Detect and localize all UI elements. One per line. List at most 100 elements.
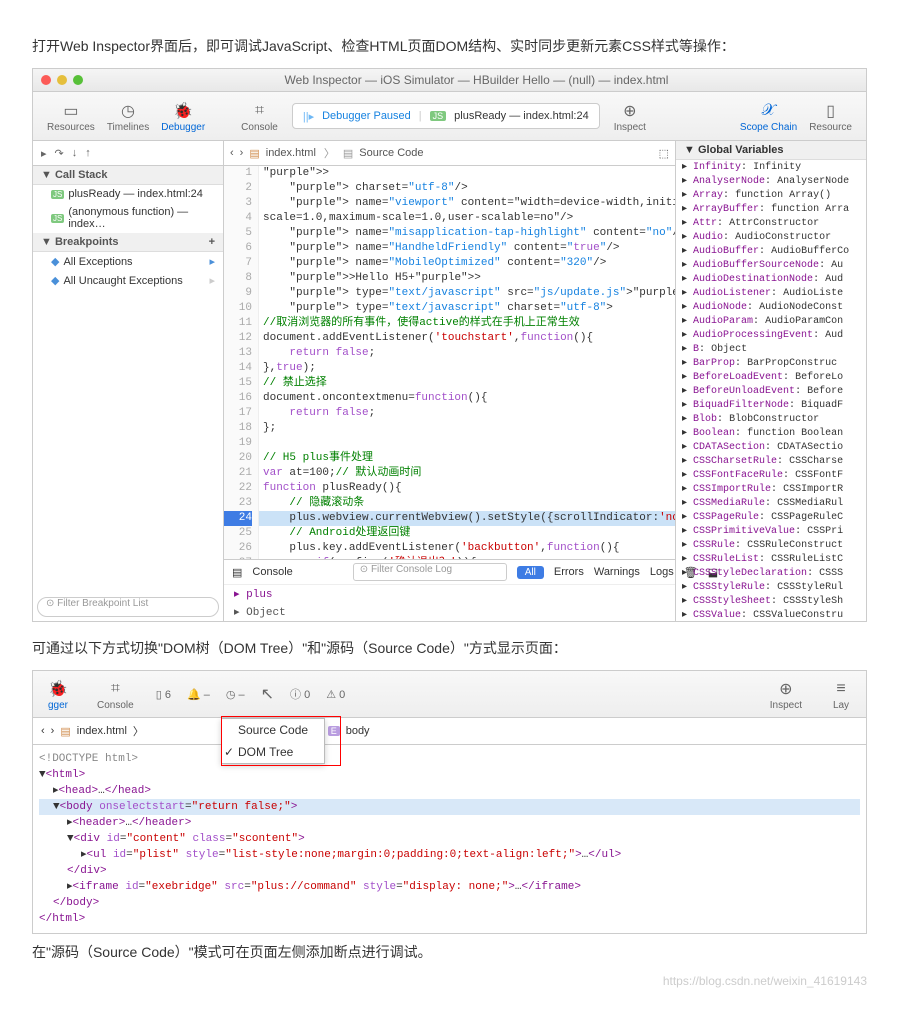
global-var-item[interactable]: ▸ Blob: BlobConstructor xyxy=(676,412,866,426)
resume-icon[interactable]: ▸ xyxy=(41,147,47,160)
right-panel: ▼ Global Variables ▸ Infinity: Infinity▸… xyxy=(675,141,866,621)
global-var-item[interactable]: ▸ AudioNode: AudioNodeConst xyxy=(676,300,866,314)
breakpoint-item[interactable]: ◆All Exceptions▸ xyxy=(33,252,223,271)
global-var-item[interactable]: ▸ Audio: AudioConstructor xyxy=(676,230,866,244)
doc-count-icon: ▯ 6 xyxy=(156,688,171,701)
global-var-item[interactable]: ▸ CSSValue: CSSValueConstru xyxy=(676,608,866,621)
maximize-icon[interactable] xyxy=(73,75,83,85)
element-icon: E xyxy=(328,726,340,736)
global-var-item[interactable]: ▸ AudioBufferSourceNode: Au xyxy=(676,258,866,272)
filter-warnings[interactable]: Warnings xyxy=(594,566,640,578)
tab-console[interactable]: ⌗Console xyxy=(241,100,278,133)
global-var-item[interactable]: ▸ AudioListener: AudioListe xyxy=(676,286,866,300)
forward-icon[interactable]: › xyxy=(51,725,55,737)
global-var-item[interactable]: ▸ CSSMediaRule: CSSMediaRul xyxy=(676,496,866,510)
global-var-item[interactable]: ▸ CSSStyleRule: CSSStyleRul xyxy=(676,580,866,594)
console-line[interactable]: ▸ plus xyxy=(224,585,675,603)
console-toggle-icon[interactable]: ▤ xyxy=(232,566,242,579)
filter-logs[interactable]: Logs xyxy=(650,566,674,578)
minimize-icon[interactable] xyxy=(57,75,67,85)
crumb-file[interactable]: index.html xyxy=(266,147,316,159)
global-var-item[interactable]: ▸ CSSCharsetRule: CSSCharse xyxy=(676,454,866,468)
forward-icon[interactable]: › xyxy=(240,147,244,159)
global-var-item[interactable]: ▸ CSSRule: CSSRuleConstruct xyxy=(676,538,866,552)
menu-source-code[interactable]: Source Code xyxy=(222,719,324,741)
back-icon[interactable]: ‹ xyxy=(41,725,45,737)
breakpoints-header[interactable]: ▼ Breakpoints+ xyxy=(33,233,223,252)
global-var-item[interactable]: ▸ Array: function Array() xyxy=(676,188,866,202)
global-var-item[interactable]: ▸ CSSPrimitiveValue: CSSPri xyxy=(676,524,866,538)
inspect-button[interactable]: ⊕Inspect xyxy=(614,100,646,133)
global-var-item[interactable]: ▸ CDATASection: CDATASectio xyxy=(676,440,866,454)
bell-icon[interactable]: 🔔 – xyxy=(187,688,210,701)
doc-icon: ▯ xyxy=(820,100,842,122)
source-icon: ▤ xyxy=(343,147,353,160)
dom-tree-menu-example: 🐞gger ⌗Console ▯ 6 🔔 – ◷ – ↖ ⓘ 0 ⚠ 0 ⊕In… xyxy=(32,670,867,934)
global-var-item[interactable]: ▸ ArrayBuffer: function Arra xyxy=(676,202,866,216)
global-var-item[interactable]: ▸ CSSFontFaceRule: CSSFontF xyxy=(676,468,866,482)
global-var-item[interactable]: ▸ Boolean: function Boolean xyxy=(676,426,866,440)
toggle-icon[interactable]: ▸ xyxy=(209,274,215,287)
view-mode-menu[interactable]: Source Code DOM Tree xyxy=(221,718,325,764)
code-lines[interactable]: "purple">> "purple"> charset="utf-8"/> "… xyxy=(259,166,675,559)
step-out-icon[interactable]: ↑ xyxy=(85,147,91,159)
filter-console-input[interactable]: ⊙ Filter Console Log xyxy=(353,563,507,581)
global-var-item[interactable]: ▸ Infinity: Infinity xyxy=(676,160,866,174)
filter-breakpoint-input[interactable]: ⊙ Filter Breakpoint List xyxy=(37,597,219,617)
step-in-icon[interactable]: ↓ xyxy=(72,147,78,159)
end-text: 在"源码（Source Code）"模式可在页面左侧添加断点进行调试。 xyxy=(32,942,867,962)
target-icon: ⊕ xyxy=(619,100,641,122)
toolbar: ▭Resources ◷Timelines 🐞Debugger ⌗Console… xyxy=(33,92,866,141)
menu-dom-tree[interactable]: DOM Tree xyxy=(222,741,324,763)
clock-icon[interactable]: ◷ – xyxy=(226,688,245,701)
console-line[interactable]: ▸ Object xyxy=(224,603,675,621)
tab-resources[interactable]: ▭Resources xyxy=(47,100,95,133)
layers-icon: ≡ xyxy=(830,678,852,700)
dom-tree[interactable]: <!DOCTYPE html> ▼<html> ▸<head>…</head> … xyxy=(33,745,866,933)
global-var-item[interactable]: ▸ B: Object xyxy=(676,342,866,356)
tab-debugger[interactable]: 🐞gger xyxy=(47,678,69,711)
global-var-item[interactable]: ▸ CSSRuleList: CSSRuleListC xyxy=(676,552,866,566)
close-icon[interactable] xyxy=(41,75,51,85)
crumb-mode[interactable]: Source Code xyxy=(359,147,423,159)
global-var-item[interactable]: ▸ CSSStyleDeclaration: CSSS xyxy=(676,566,866,580)
back-icon[interactable]: ‹ xyxy=(230,147,234,159)
global-var-item[interactable]: ▸ AudioBuffer: AudioBufferCo xyxy=(676,244,866,258)
tab-console[interactable]: ⌗Console xyxy=(97,678,134,711)
global-var-item[interactable]: ▸ BiquadFilterNode: BiquadF xyxy=(676,398,866,412)
global-var-item[interactable]: ▸ BeforeLoadEvent: BeforeLo xyxy=(676,370,866,384)
crumb-file[interactable]: index.html xyxy=(77,725,127,737)
add-icon[interactable]: + xyxy=(209,236,215,248)
global-var-item[interactable]: ▸ CSSImportRule: CSSImportR xyxy=(676,482,866,496)
inspect-button[interactable]: ⊕Inspect xyxy=(770,678,802,711)
filter-errors[interactable]: Errors xyxy=(554,566,584,578)
global-vars-header[interactable]: ▼ Global Variables xyxy=(676,141,866,160)
crumb-body[interactable]: body xyxy=(346,725,370,737)
bug-icon: 🐞 xyxy=(47,678,69,700)
global-var-item[interactable]: ▸ CSSPageRule: CSSPageRuleC xyxy=(676,510,866,524)
bug-icon: 🐞 xyxy=(172,100,194,122)
tab-debugger[interactable]: 🐞Debugger xyxy=(161,100,205,133)
global-var-item[interactable]: ▸ CSSStyleSheet: CSSStyleSh xyxy=(676,594,866,608)
global-var-item[interactable]: ▸ AudioParam: AudioParamCon xyxy=(676,314,866,328)
tab-layers[interactable]: ≡Lay xyxy=(830,678,852,711)
toggle-icon[interactable]: ▸ xyxy=(209,255,215,268)
gutter[interactable]: 1234567891011121314151617181920212223242… xyxy=(224,166,259,559)
filter-all[interactable]: All xyxy=(517,566,544,579)
global-var-item[interactable]: ▸ AudioDestinationNode: Aud xyxy=(676,272,866,286)
tab-resource[interactable]: ▯Resource xyxy=(809,100,852,133)
global-var-item[interactable]: ▸ AudioProcessingEvent: Aud xyxy=(676,328,866,342)
step-over-icon[interactable]: ↷ xyxy=(55,147,64,160)
global-var-item[interactable]: ▸ Attr: AttrConstructor xyxy=(676,216,866,230)
global-var-item[interactable]: ▸ BeforeUnloadEvent: Before xyxy=(676,384,866,398)
global-var-item[interactable]: ▸ AnalyserNode: AnalyserNode xyxy=(676,174,866,188)
callstack-item[interactable]: JS(anonymous function) — index… xyxy=(33,203,223,233)
breakpoint-item[interactable]: ◆All Uncaught Exceptions▸ xyxy=(33,271,223,290)
call-stack-header[interactable]: ▼ Call Stack xyxy=(33,166,223,185)
tab-timelines[interactable]: ◷Timelines xyxy=(107,100,149,133)
callstack-item[interactable]: JSplusReady — index.html:24 xyxy=(33,185,223,203)
expand-icon[interactable]: ⬚ xyxy=(659,147,669,160)
tab-scope-chain[interactable]: 𝒳Scope Chain xyxy=(740,100,797,133)
global-var-item[interactable]: ▸ BarProp: BarPropConstruc xyxy=(676,356,866,370)
console-icon: ⌗ xyxy=(249,100,271,122)
